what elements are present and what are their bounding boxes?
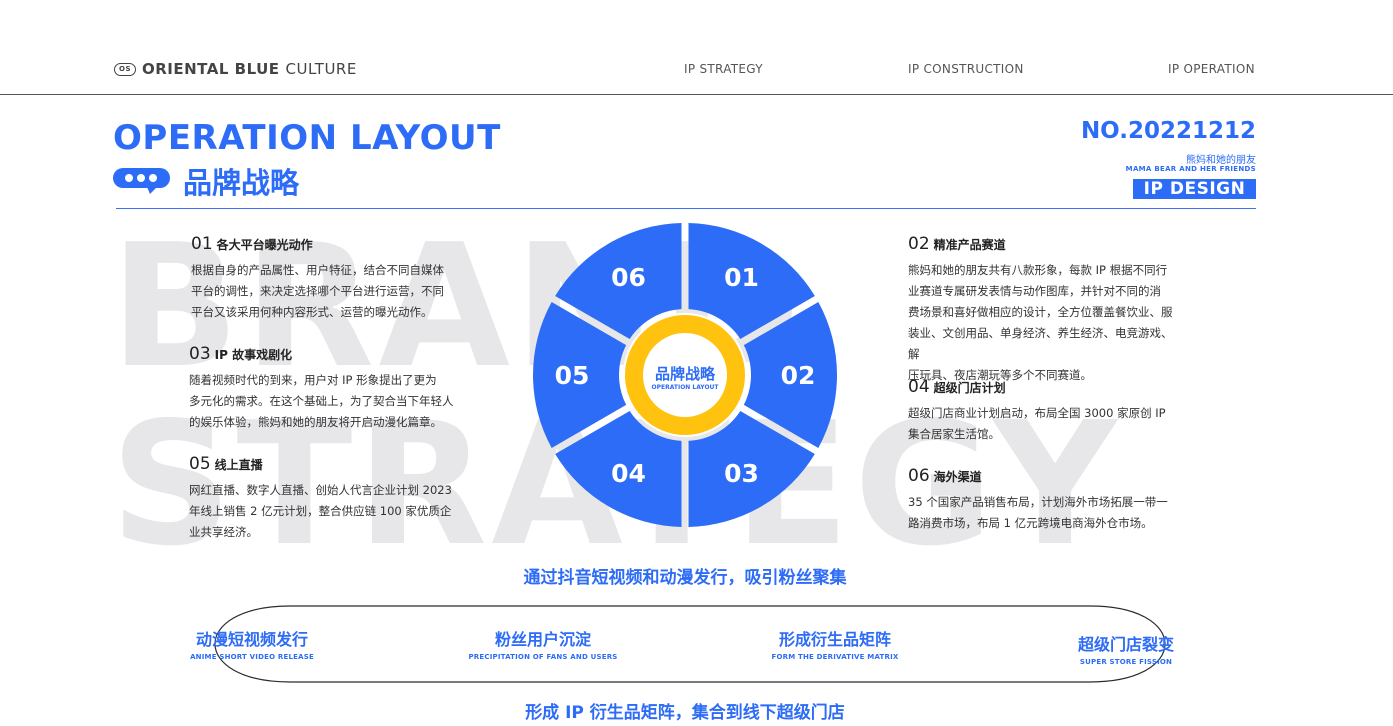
- flow-step-derivative-matrix: 形成衍生品矩阵 FORM THE DERIVATIVE MATRIX: [750, 626, 920, 661]
- block-title: IP 故事戏剧化: [214, 348, 293, 362]
- brand-logo[interactable]: OS ORIENTAL BLUE CULTURE: [114, 60, 357, 78]
- strategy-block-01: 01 各大平台曝光动作 根据自身的产品属性、用户特征，结合不同自媒体 平台的调性，…: [191, 234, 461, 323]
- strategy-block-05: 05 线上直播 网红直播、数字人直播、创始人代言企业计划 2023 年线上销售 2…: [189, 454, 459, 543]
- nav-ip-operation[interactable]: IP OPERATION: [1168, 62, 1255, 76]
- nav-ip-construction[interactable]: IP CONSTRUCTION: [908, 62, 1024, 76]
- wheel-center-title: 品牌战略: [655, 365, 716, 383]
- flow-step-title: 动漫短视频发行: [195, 630, 308, 649]
- ip-design-badge: IP DESIGN: [1133, 179, 1256, 199]
- strategy-wheel: 01 02 03 04 05 06 品牌战略 OPERATION LAYOUT: [533, 223, 837, 527]
- page-title-cn: 品牌战略: [183, 166, 300, 200]
- header-divider: [0, 94, 1393, 95]
- block-line: 平台又该采用何种内容形式、运营的曝光动作。: [191, 305, 433, 319]
- strategy-block-03: 03 IP 故事戏剧化 随着视频时代的到来，用户对 IP 形象提出了更为 多元化的…: [189, 344, 459, 433]
- block-line: 年线上销售 2 亿元计划，整合供应链 100 家优质企: [189, 504, 452, 518]
- brand-name-light: CULTURE: [285, 60, 357, 78]
- wheel-segment-label-02: 02: [781, 361, 816, 390]
- block-line: 的娱乐体验，熊妈和她的朋友将开启动漫化篇章。: [189, 415, 442, 429]
- wheel-segment-label-03: 03: [724, 459, 759, 488]
- block-line: 根据自身的产品属性、用户特征，结合不同自媒体: [191, 263, 444, 277]
- wheel-segment-label-01: 01: [724, 263, 759, 292]
- wheel-segment-label-05: 05: [555, 361, 590, 390]
- flow-step-title: 形成衍生品矩阵: [778, 630, 891, 649]
- block-number: 03: [189, 344, 211, 364]
- block-number: 06: [908, 466, 930, 486]
- subtitle-en: MAMA BEAR AND HER FRIENDS: [1125, 165, 1256, 173]
- chat-bubble-icon: [113, 168, 170, 194]
- block-line: 多元化的需求。在这个基础上，为了契合当下年轻人: [189, 394, 454, 408]
- document-number: NO.20221212: [1080, 118, 1256, 144]
- block-line: 熊妈和她的朋友共有八款形象，每款 IP 根据不同行: [908, 263, 1168, 277]
- block-line: 网红直播、数字人直播、创始人代言企业计划 2023: [189, 483, 452, 497]
- block-title: 海外渠道: [933, 470, 982, 484]
- block-line: 集合居家生活馆。: [908, 427, 1000, 441]
- wheel-segment-label-06: 06: [611, 263, 646, 292]
- flow-step-subtitle: SUPER STORE FISSION: [1079, 658, 1173, 666]
- brand-name-bold: ORIENTAL BLUE: [142, 60, 280, 78]
- logo-mark-icon: OS: [114, 62, 136, 76]
- block-line: 路消费市场，布局 1 亿元跨境电商海外仓市场。: [908, 516, 1153, 530]
- subtitle-cn: 熊妈和她的朋友: [1186, 155, 1256, 166]
- block-line: 随着视频时代的到来，用户对 IP 形象提出了更为: [189, 373, 437, 387]
- block-number: 04: [908, 377, 930, 397]
- block-line: 装业、文创用品、单身经济、养生经济、电竞游戏、解: [908, 326, 1173, 361]
- block-number: 02: [908, 234, 930, 254]
- block-title: 线上直播: [214, 458, 263, 472]
- flow-step-store-fission: 超级门店裂变 SUPER STORE FISSION: [1056, 631, 1196, 666]
- flow-step-anime-release: 动漫短视频发行 ANIME SHORT VIDEO RELEASE: [168, 626, 336, 661]
- block-line: 平台的调性，来决定选择哪个平台进行运营，不同: [191, 284, 444, 298]
- flow-top-text: 通过抖音短视频和动漫发行，吸引粉丝聚集: [523, 568, 847, 588]
- block-line: 费场景和喜好做相应的设计，全方位覆盖餐饮业、服: [908, 305, 1173, 319]
- flow-step-subtitle: FORM THE DERIVATIVE MATRIX: [771, 653, 899, 661]
- wheel-segment-label-04: 04: [611, 459, 646, 488]
- block-line: 业共享经济。: [189, 525, 258, 539]
- flow-step-subtitle: ANIME SHORT VIDEO RELEASE: [190, 653, 314, 661]
- strategy-block-04: 04 超级门店计划 超级门店商业计划启动，布局全国 3000 家原创 IP 集合居…: [908, 377, 1178, 445]
- flow-step-title: 粉丝用户沉淀: [494, 630, 591, 649]
- nav-ip-strategy[interactable]: IP STRATEGY: [684, 62, 763, 76]
- flow-step-title: 超级门店裂变: [1077, 635, 1174, 654]
- block-line: 超级门店商业计划启动，布局全国 3000 家原创 IP: [908, 406, 1166, 420]
- block-line: 35 个国家产品销售布局，计划海外市场拓展一带一: [908, 495, 1168, 509]
- wheel-center-subtitle: OPERATION LAYOUT: [651, 384, 719, 391]
- page-title-en: OPERATION LAYOUT: [113, 118, 501, 158]
- block-title: 各大平台曝光动作: [216, 238, 313, 252]
- block-line: 业赛道专属研发表情与动作图库，并针对不同的消: [908, 284, 1161, 298]
- flow-step-fan-precipitation: 粉丝用户沉淀 PRECIPITATION OF FANS AND USERS: [458, 626, 628, 661]
- block-number: 01: [191, 234, 213, 254]
- block-title: 精准产品赛道: [933, 238, 1006, 252]
- title-divider: [116, 208, 1256, 209]
- strategy-block-06: 06 海外渠道 35 个国家产品销售布局，计划海外市场拓展一带一 路消费市场，布局…: [908, 466, 1178, 534]
- flow-step-subtitle: PRECIPITATION OF FANS AND USERS: [468, 653, 618, 661]
- block-title: 超级门店计划: [933, 381, 1006, 395]
- flow-bottom-text: 形成 IP 衍生品矩阵，集合到线下超级门店: [525, 703, 845, 723]
- block-number: 05: [189, 454, 211, 474]
- strategy-block-02: 02 精准产品赛道 熊妈和她的朋友共有八款形象，每款 IP 根据不同行 业赛道专属…: [908, 234, 1178, 386]
